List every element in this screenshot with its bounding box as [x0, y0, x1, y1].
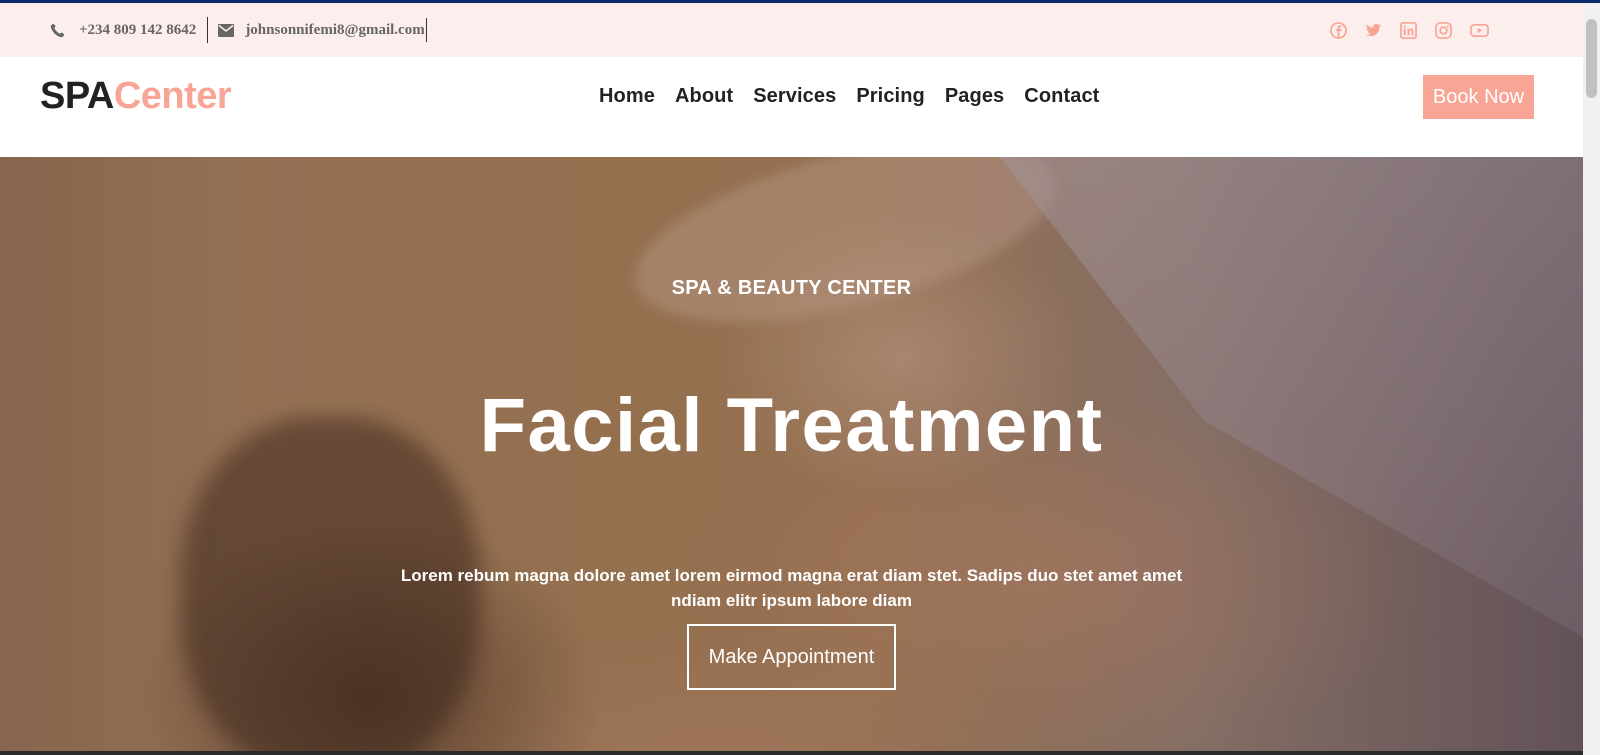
social-links [1330, 3, 1489, 57]
hero-description: Lorem rebum magna dolore amet lorem eirm… [400, 566, 1183, 610]
hero-eyebrow: SPA & BEAUTY CENTER [671, 277, 912, 299]
facebook-icon[interactable] [1330, 21, 1347, 39]
envelope-icon [218, 23, 235, 37]
nav-link-pricing[interactable]: Pricing [856, 85, 925, 108]
main-navbar: SPACenter Home About Services Pricing Pa… [0, 57, 1583, 157]
scrollbar-thumb[interactable] [1586, 19, 1597, 98]
nav-link-home[interactable]: Home [599, 85, 655, 108]
phone-icon [50, 23, 65, 38]
nav-link-pages[interactable]: Pages [945, 85, 1004, 108]
contact-info: +234 809 142 8642 johnsonnifemi8@gmail.c… [50, 3, 427, 57]
book-now-button[interactable]: Book Now [1423, 75, 1534, 119]
hero-title: Facial Treatment [479, 383, 1104, 468]
youtube-icon[interactable] [1470, 22, 1489, 39]
email-address[interactable]: johnsonnifemi8@gmail.com [245, 18, 427, 42]
phone-number[interactable]: +234 809 142 8642 [79, 22, 196, 39]
top-contact-bar: +234 809 142 8642 johnsonnifemi8@gmail.c… [0, 3, 1583, 57]
logo-center: Center [113, 75, 232, 117]
instagram-icon[interactable] [1435, 21, 1452, 39]
page-scrollbar[interactable] [1583, 3, 1600, 755]
contact-divider [207, 17, 209, 43]
nav-menu: Home About Services Pricing Pages Contac… [599, 85, 1099, 108]
make-appointment-button[interactable]: Make Appointment [687, 624, 896, 690]
twitter-icon[interactable] [1365, 22, 1382, 39]
hero-content: SPA & BEAUTY CENTER Facial Treatment Lor… [0, 157, 1583, 755]
linkedin-icon[interactable] [1400, 21, 1417, 39]
hero-section: SPA & BEAUTY CENTER Facial Treatment Lor… [0, 157, 1583, 755]
nav-link-about[interactable]: About [675, 85, 733, 108]
logo-spa: SPA [40, 75, 114, 117]
nav-link-services[interactable]: Services [753, 85, 836, 108]
site-logo[interactable]: SPACenter [40, 75, 232, 118]
nav-link-contact[interactable]: Contact [1024, 85, 1099, 108]
window-bottom-edge [0, 751, 1583, 755]
